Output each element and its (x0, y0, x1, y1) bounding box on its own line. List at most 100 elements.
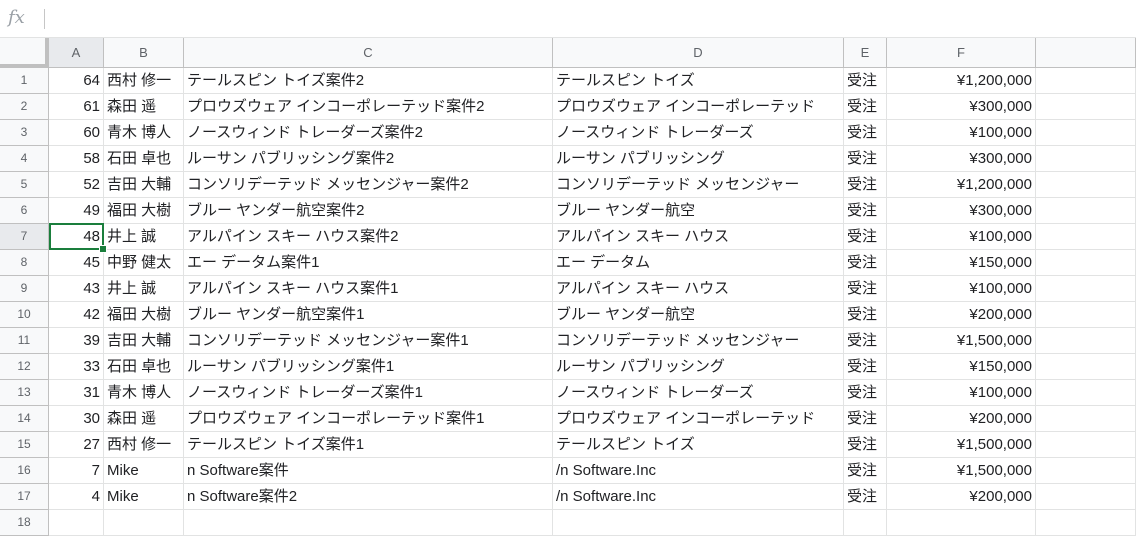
cell-f1[interactable]: ¥1,200,000 (887, 68, 1036, 94)
cell-e15[interactable]: 受注 (844, 432, 887, 458)
cell-f12[interactable]: ¥150,000 (887, 354, 1036, 380)
cell-c8[interactable]: エー データム案件1 (184, 250, 553, 276)
cell-b16[interactable]: Mike (104, 458, 184, 484)
cell-a9[interactable]: 43 (49, 276, 104, 302)
cell-blank-5[interactable] (1036, 172, 1136, 198)
cell-b11[interactable]: 吉田 大輔 (104, 328, 184, 354)
cell-b7[interactable]: 井上 誠 (104, 224, 184, 250)
cell-c17[interactable]: n Software案件2 (184, 484, 553, 510)
cell-d8[interactable]: エー データム (553, 250, 844, 276)
cell-blank-12[interactable] (1036, 354, 1136, 380)
cell-e18[interactable] (844, 510, 887, 536)
cell-a18[interactable] (49, 510, 104, 536)
row-header-18[interactable]: 18 (0, 510, 49, 536)
cell-f18[interactable] (887, 510, 1036, 536)
cell-c4[interactable]: ルーサン パブリッシング案件2 (184, 146, 553, 172)
cell-d12[interactable]: ルーサン パブリッシング (553, 354, 844, 380)
cell-d18[interactable] (553, 510, 844, 536)
cell-a14[interactable]: 30 (49, 406, 104, 432)
cell-c18[interactable] (184, 510, 553, 536)
cell-blank-3[interactable] (1036, 120, 1136, 146)
cell-a7[interactable]: 48 (49, 224, 104, 250)
cell-blank-6[interactable] (1036, 198, 1136, 224)
cell-blank-11[interactable] (1036, 328, 1136, 354)
cell-e17[interactable]: 受注 (844, 484, 887, 510)
cell-a2[interactable]: 61 (49, 94, 104, 120)
row-header-17[interactable]: 17 (0, 484, 49, 510)
cell-blank-4[interactable] (1036, 146, 1136, 172)
cell-f13[interactable]: ¥100,000 (887, 380, 1036, 406)
cell-e10[interactable]: 受注 (844, 302, 887, 328)
cell-blank-14[interactable] (1036, 406, 1136, 432)
cell-c12[interactable]: ルーサン パブリッシング案件1 (184, 354, 553, 380)
cell-b9[interactable]: 井上 誠 (104, 276, 184, 302)
column-header-d[interactable]: D (553, 38, 844, 68)
row-header-1[interactable]: 1 (0, 68, 49, 94)
cell-c10[interactable]: ブルー ヤンダー航空案件1 (184, 302, 553, 328)
cell-c15[interactable]: テールスピン トイズ案件1 (184, 432, 553, 458)
row-header-4[interactable]: 4 (0, 146, 49, 172)
cell-blank-15[interactable] (1036, 432, 1136, 458)
cell-blank-7[interactable] (1036, 224, 1136, 250)
cell-b6[interactable]: 福田 大樹 (104, 198, 184, 224)
row-header-5[interactable]: 5 (0, 172, 49, 198)
cell-d1[interactable]: テールスピン トイズ (553, 68, 844, 94)
cell-f8[interactable]: ¥150,000 (887, 250, 1036, 276)
column-header-e[interactable]: E (844, 38, 887, 68)
cell-e5[interactable]: 受注 (844, 172, 887, 198)
cell-d13[interactable]: ノースウィンド トレーダーズ (553, 380, 844, 406)
cell-c16[interactable]: n Software案件 (184, 458, 553, 484)
cell-a16[interactable]: 7 (49, 458, 104, 484)
row-header-7[interactable]: 7 (0, 224, 49, 250)
cell-e7[interactable]: 受注 (844, 224, 887, 250)
cell-c7[interactable]: アルパイン スキー ハウス案件2 (184, 224, 553, 250)
cell-c13[interactable]: ノースウィンド トレーダーズ案件1 (184, 380, 553, 406)
cell-a12[interactable]: 33 (49, 354, 104, 380)
row-header-8[interactable]: 8 (0, 250, 49, 276)
cell-a8[interactable]: 45 (49, 250, 104, 276)
column-header-b[interactable]: B (104, 38, 184, 68)
cell-f15[interactable]: ¥1,500,000 (887, 432, 1036, 458)
cell-f11[interactable]: ¥1,500,000 (887, 328, 1036, 354)
cell-blank-2[interactable] (1036, 94, 1136, 120)
row-header-12[interactable]: 12 (0, 354, 49, 380)
cell-e8[interactable]: 受注 (844, 250, 887, 276)
cell-d6[interactable]: ブルー ヤンダー航空 (553, 198, 844, 224)
cell-e1[interactable]: 受注 (844, 68, 887, 94)
cell-f6[interactable]: ¥300,000 (887, 198, 1036, 224)
cell-e13[interactable]: 受注 (844, 380, 887, 406)
cell-b10[interactable]: 福田 大樹 (104, 302, 184, 328)
cell-b2[interactable]: 森田 遥 (104, 94, 184, 120)
cell-f10[interactable]: ¥200,000 (887, 302, 1036, 328)
cell-f3[interactable]: ¥100,000 (887, 120, 1036, 146)
cell-f9[interactable]: ¥100,000 (887, 276, 1036, 302)
cell-a15[interactable]: 27 (49, 432, 104, 458)
cell-c9[interactable]: アルパイン スキー ハウス案件1 (184, 276, 553, 302)
row-header-6[interactable]: 6 (0, 198, 49, 224)
cell-b4[interactable]: 石田 卓也 (104, 146, 184, 172)
cell-blank-10[interactable] (1036, 302, 1136, 328)
cell-blank-13[interactable] (1036, 380, 1136, 406)
cell-f4[interactable]: ¥300,000 (887, 146, 1036, 172)
cell-e14[interactable]: 受注 (844, 406, 887, 432)
cell-a4[interactable]: 58 (49, 146, 104, 172)
cell-d7[interactable]: アルパイン スキー ハウス (553, 224, 844, 250)
cell-b5[interactable]: 吉田 大輔 (104, 172, 184, 198)
row-header-11[interactable]: 11 (0, 328, 49, 354)
row-header-2[interactable]: 2 (0, 94, 49, 120)
cell-blank-8[interactable] (1036, 250, 1136, 276)
cell-d17[interactable]: /n Software.Inc (553, 484, 844, 510)
cell-c2[interactable]: プロウズウェア インコーポレーテッド案件2 (184, 94, 553, 120)
cell-e11[interactable]: 受注 (844, 328, 887, 354)
cell-e12[interactable]: 受注 (844, 354, 887, 380)
cell-b15[interactable]: 西村 修一 (104, 432, 184, 458)
cell-c5[interactable]: コンソリデーテッド メッセンジャー案件2 (184, 172, 553, 198)
cell-blank-1[interactable] (1036, 68, 1136, 94)
row-header-14[interactable]: 14 (0, 406, 49, 432)
cell-e6[interactable]: 受注 (844, 198, 887, 224)
cell-e2[interactable]: 受注 (844, 94, 887, 120)
cell-e9[interactable]: 受注 (844, 276, 887, 302)
cell-a1[interactable]: 64 (49, 68, 104, 94)
cell-b8[interactable]: 中野 健太 (104, 250, 184, 276)
cell-d11[interactable]: コンソリデーテッド メッセンジャー (553, 328, 844, 354)
